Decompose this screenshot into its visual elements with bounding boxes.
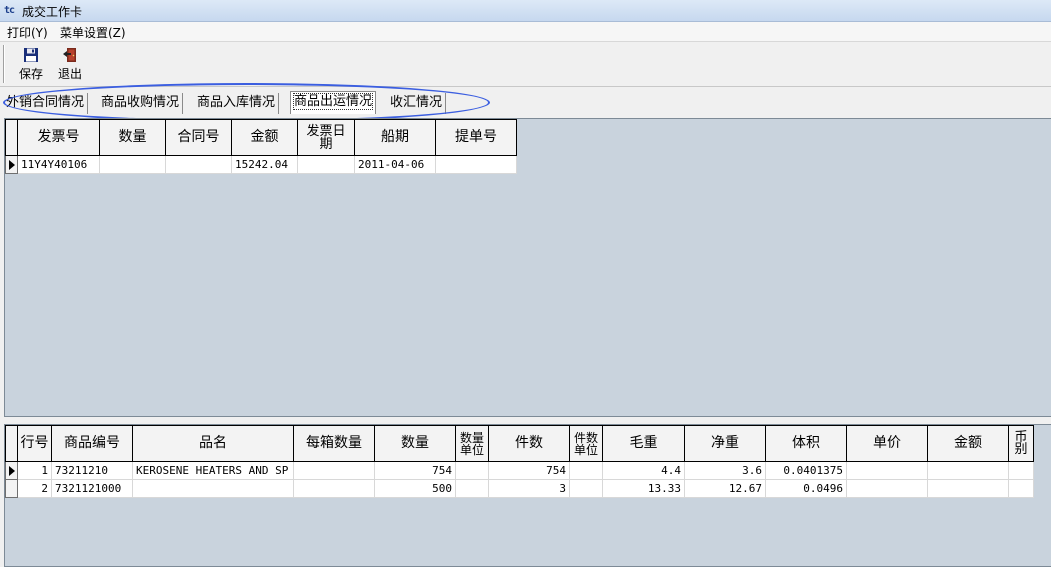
app-icon: tc bbox=[4, 5, 15, 16]
tab-label: 商品收购情况 bbox=[101, 95, 180, 110]
cell-gross-weight[interactable]: 4.4 bbox=[602, 461, 685, 480]
row-indicator[interactable] bbox=[5, 461, 18, 480]
column-header[interactable]: 提单号 bbox=[435, 119, 517, 156]
tab-goods-warehousing[interactable]: 商品入库情况 bbox=[194, 93, 280, 114]
table-row[interactable]: 1 73211210 KEROSENE HEATERS AND SP 754 7… bbox=[5, 461, 1034, 480]
cell-amount[interactable] bbox=[927, 461, 1009, 480]
column-header[interactable]: 数量 bbox=[99, 119, 166, 156]
cell-net-weight[interactable]: 3.6 bbox=[684, 461, 766, 480]
column-header[interactable]: 净重 bbox=[684, 425, 766, 462]
exit-button[interactable]: 退出 bbox=[53, 45, 87, 83]
floppy-disk-icon bbox=[24, 48, 38, 62]
cell-contract-no[interactable] bbox=[165, 155, 232, 174]
cell-bill-of-lading[interactable] bbox=[435, 155, 517, 174]
column-header[interactable]: 品名 bbox=[132, 425, 294, 462]
cell-pieces[interactable]: 754 bbox=[488, 461, 570, 480]
tab-goods-purchase[interactable]: 商品收购情况 bbox=[98, 93, 184, 114]
cell-volume[interactable]: 0.0496 bbox=[765, 479, 847, 498]
menu-print[interactable]: 打印(Y) bbox=[7, 24, 48, 41]
cell-line-no[interactable]: 1 bbox=[17, 461, 52, 480]
row-indicator-header bbox=[5, 119, 18, 156]
cell-goods-code[interactable]: 73211210 bbox=[51, 461, 133, 480]
goods-table: 行号 商品编号 品名 每箱数量 数量 数量单位 件数 件数单位 毛重 净重 体积… bbox=[5, 425, 1034, 498]
exit-door-icon bbox=[63, 48, 76, 62]
cell-line-no[interactable]: 2 bbox=[17, 479, 52, 498]
save-label: 保存 bbox=[18, 67, 43, 81]
cell-ship-date[interactable]: 2011-04-06 bbox=[354, 155, 436, 174]
column-header[interactable]: 单价 bbox=[846, 425, 928, 462]
menu-settings[interactable]: 菜单设置(Z) bbox=[60, 24, 126, 41]
menu-bar: 打印(Y) 菜单设置(Z) bbox=[0, 22, 1051, 42]
cell-volume[interactable]: 0.0401375 bbox=[765, 461, 847, 480]
column-header[interactable]: 币别 bbox=[1008, 425, 1034, 462]
invoice-grid[interactable]: 发票号 数量 合同号 金额 发票日期 船期 提单号 11Y4Y40106 152… bbox=[4, 118, 1051, 417]
column-header[interactable]: 数量 bbox=[374, 425, 456, 462]
tab-collection[interactable]: 收汇情况 bbox=[387, 93, 447, 114]
tab-label: 收汇情况 bbox=[390, 95, 443, 110]
column-header[interactable]: 商品编号 bbox=[51, 425, 133, 462]
column-header[interactable]: 数量单位 bbox=[455, 425, 489, 462]
cell-goods-name[interactable]: KEROSENE HEATERS AND SP bbox=[132, 461, 294, 480]
column-header[interactable]: 件数单位 bbox=[569, 425, 603, 462]
current-row-arrow-icon bbox=[9, 159, 15, 170]
toolbar-grip bbox=[3, 45, 5, 83]
cell-per-box[interactable] bbox=[293, 479, 375, 498]
cell-quantity-unit[interactable] bbox=[455, 461, 489, 480]
cell-invoice-date[interactable] bbox=[297, 155, 355, 174]
tab-strip: 外销合同情况 商品收购情况 商品入库情况 商品出运情况 收汇情况 bbox=[0, 88, 1051, 118]
toolbar: 保存 退出 bbox=[0, 42, 1051, 87]
row-indicator[interactable] bbox=[5, 479, 18, 498]
cell-unit-price[interactable] bbox=[846, 461, 928, 480]
cell-pieces-unit[interactable] bbox=[569, 461, 603, 480]
cell-goods-code[interactable]: 7321121000 bbox=[51, 479, 133, 498]
column-header[interactable]: 发票号 bbox=[17, 119, 100, 156]
invoice-table: 发票号 数量 合同号 金额 发票日期 船期 提单号 11Y4Y40106 152… bbox=[5, 119, 517, 174]
cell-currency[interactable] bbox=[1008, 479, 1034, 498]
save-button[interactable]: 保存 bbox=[14, 45, 48, 83]
column-header[interactable]: 发票日期 bbox=[297, 119, 355, 156]
cell-amount[interactable]: 15242.04 bbox=[231, 155, 298, 174]
cell-amount[interactable] bbox=[927, 479, 1009, 498]
row-indicator-header bbox=[5, 425, 18, 462]
column-header[interactable]: 金额 bbox=[231, 119, 298, 156]
cell-pieces[interactable]: 3 bbox=[488, 479, 570, 498]
cell-pieces-unit[interactable] bbox=[569, 479, 603, 498]
row-indicator[interactable] bbox=[5, 155, 18, 174]
tab-label: 商品入库情况 bbox=[197, 95, 276, 110]
cell-net-weight[interactable]: 12.67 bbox=[684, 479, 766, 498]
exit-label: 退出 bbox=[57, 67, 82, 81]
cell-currency[interactable] bbox=[1008, 461, 1034, 480]
tab-goods-shipment[interactable]: 商品出运情况 bbox=[290, 91, 377, 114]
cell-unit-price[interactable] bbox=[846, 479, 928, 498]
cell-quantity-unit[interactable] bbox=[455, 479, 489, 498]
table-row[interactable]: 11Y4Y40106 15242.04 2011-04-06 bbox=[5, 155, 517, 174]
window-title: 成交工作卡 bbox=[22, 5, 83, 19]
goods-grid[interactable]: 行号 商品编号 品名 每箱数量 数量 数量单位 件数 件数单位 毛重 净重 体积… bbox=[4, 424, 1051, 567]
column-header[interactable]: 毛重 bbox=[602, 425, 685, 462]
cell-quantity[interactable]: 754 bbox=[374, 461, 456, 480]
tab-label: 商品出运情况 bbox=[292, 93, 374, 110]
cell-quantity[interactable] bbox=[99, 155, 166, 174]
tab-label: 外销合同情况 bbox=[6, 95, 85, 110]
table-row[interactable]: 2 7321121000 500 3 13.33 12.67 0.0496 bbox=[5, 479, 1034, 498]
splitter[interactable] bbox=[0, 417, 1051, 424]
column-header[interactable]: 行号 bbox=[17, 425, 52, 462]
column-header[interactable]: 每箱数量 bbox=[293, 425, 375, 462]
tab-export-contract[interactable]: 外销合同情况 bbox=[3, 93, 89, 114]
cell-per-box[interactable] bbox=[293, 461, 375, 480]
column-header[interactable]: 合同号 bbox=[165, 119, 232, 156]
current-row-arrow-icon bbox=[9, 465, 15, 476]
cell-quantity[interactable]: 500 bbox=[374, 479, 456, 498]
cell-invoice-no[interactable]: 11Y4Y40106 bbox=[17, 155, 100, 174]
column-header[interactable]: 件数 bbox=[488, 425, 570, 462]
column-header[interactable]: 金额 bbox=[927, 425, 1009, 462]
column-header[interactable]: 体积 bbox=[765, 425, 847, 462]
cell-goods-name[interactable] bbox=[132, 479, 294, 498]
title-bar: tc 成交工作卡 bbox=[0, 0, 1051, 22]
cell-gross-weight[interactable]: 13.33 bbox=[602, 479, 685, 498]
column-header[interactable]: 船期 bbox=[354, 119, 436, 156]
